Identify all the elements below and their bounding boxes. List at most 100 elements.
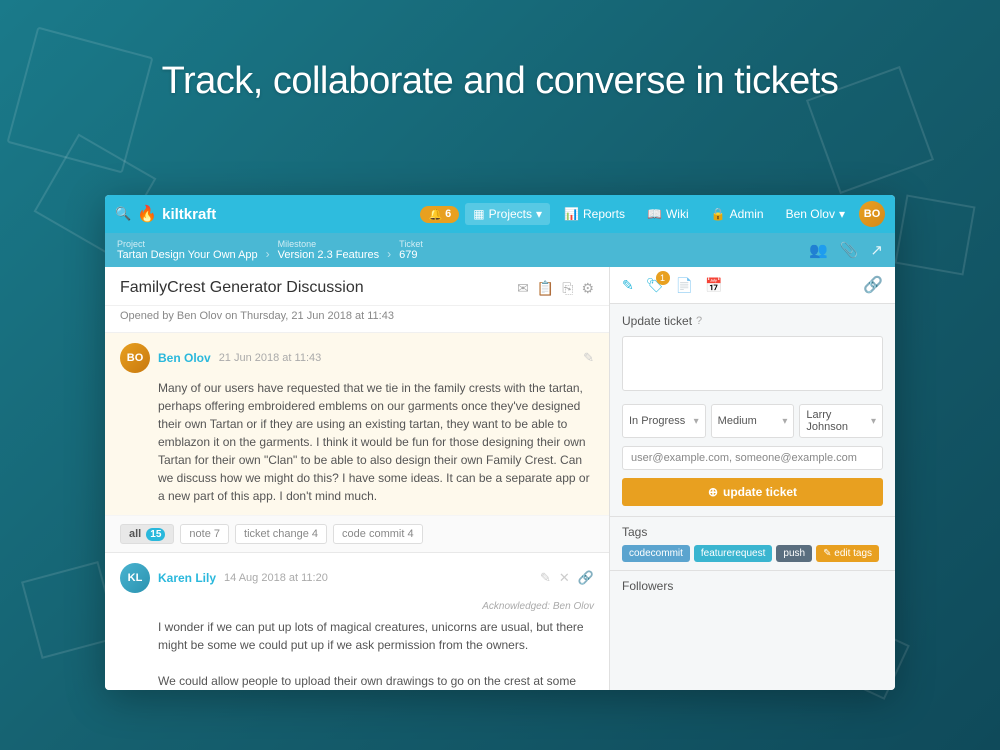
priority-caret: ▾	[782, 416, 787, 427]
wiki-label: Wiki	[666, 207, 689, 221]
email-input[interactable]	[622, 446, 883, 470]
edit-comment-2-icon[interactable]: ✎	[540, 570, 551, 586]
first-comment: BO Ben Olov 21 Jun 2018 at 11:43 ✎ Many …	[105, 333, 609, 516]
ui-card: 🔍 🔥 kiltkraft 🔔 6 ▦ Projects ▾ 📊 Reports…	[105, 195, 895, 690]
tag-icon[interactable]: 🏷 1	[646, 277, 664, 294]
followers-section: Followers	[610, 570, 895, 601]
project-value[interactable]: Tartan Design Your Own App	[117, 249, 258, 261]
comment-avatar-1: BO	[120, 343, 150, 373]
milestone-value[interactable]: Version 2.3 Features	[278, 249, 380, 261]
projects-icon: ▦	[473, 207, 484, 221]
tag-badge: 1	[656, 271, 670, 285]
nav-admin[interactable]: 🔒 Admin	[703, 203, 772, 225]
status-select[interactable]: In Progress ▾	[622, 404, 706, 438]
discussion-title: FamilyCrest Generator Discussion	[120, 279, 364, 297]
comment-date-2: 14 Aug 2018 at 11:20	[224, 572, 328, 584]
breadcrumb-actions: 👥 📎 ↗	[809, 241, 883, 259]
update-ticket-button[interactable]: ⊕ update ticket	[622, 478, 883, 506]
projects-label: Projects	[489, 207, 532, 221]
discussion-actions: ✉ 📋 ⎘ ⚙	[517, 280, 594, 297]
comment-date-1: 21 Jun 2018 at 11:43	[219, 352, 322, 364]
assignee-select[interactable]: Larry Johnson ▾	[799, 404, 883, 438]
comment-body-2b: We could allow people to upload their ow…	[158, 672, 594, 690]
tab-code-commit[interactable]: code commit 4	[333, 524, 423, 544]
breadcrumb-ticket: Ticket 679	[399, 239, 423, 261]
document-icon[interactable]: 📄	[676, 277, 693, 294]
breadcrumb-milestone: Milestone Version 2.3 Features	[278, 239, 380, 261]
left-panel: FamilyCrest Generator Discussion ✉ 📋 ⎘ ⚙…	[105, 267, 610, 690]
second-comment: KL Karen Lily 14 Aug 2018 at 11:20 ✎ ✕ 🔗…	[105, 553, 609, 690]
followers-label: Followers	[622, 579, 883, 593]
tags-label: Tags	[622, 525, 883, 539]
wiki-icon: 📖	[647, 207, 662, 221]
nav-reports[interactable]: 📊 Reports	[556, 203, 633, 225]
avatar-initials-1: BO	[127, 352, 144, 364]
update-icon: ⊕	[708, 485, 718, 499]
project-label: Project	[117, 239, 258, 249]
status-caret: ▾	[694, 416, 699, 427]
acknowledged-text: Acknowledged: Ben Olov	[158, 599, 594, 614]
search-icon[interactable]: 🔍	[115, 206, 131, 222]
edit-ticket-icon[interactable]: ✎	[622, 277, 634, 294]
tab-note[interactable]: note 7	[180, 524, 229, 544]
top-nav: 🔍 🔥 kiltkraft 🔔 6 ▦ Projects ▾ 📊 Reports…	[105, 195, 895, 233]
tag-push[interactable]: push	[776, 545, 812, 562]
share-icon[interactable]: ↗	[870, 241, 883, 259]
comment-header-1: BO Ben Olov 21 Jun 2018 at 11:43 ✎	[120, 343, 594, 373]
update-btn-label: update ticket	[723, 485, 797, 499]
comment-header-2: KL Karen Lily 14 Aug 2018 at 11:20 ✎ ✕ 🔗	[120, 563, 594, 593]
tag-featurerequest[interactable]: featurerequest	[694, 545, 773, 562]
logo-icon: 🔥	[137, 204, 157, 224]
bell-icon: 🔔	[428, 208, 442, 221]
discussion-header: FamilyCrest Generator Discussion ✉ 📋 ⎘ ⚙	[105, 267, 609, 306]
breadcrumb: Project Tartan Design Your Own App › Mil…	[105, 233, 895, 267]
help-icon[interactable]: ?	[696, 315, 702, 327]
ticket-value[interactable]: 679	[399, 249, 423, 261]
delete-comment-icon[interactable]: ✕	[559, 570, 570, 586]
user-name: Ben Olov	[786, 207, 835, 221]
nav-user[interactable]: Ben Olov ▾	[778, 203, 853, 225]
settings-action-icon[interactable]: ⚙	[581, 280, 594, 297]
priority-select[interactable]: Medium ▾	[711, 404, 795, 438]
tab-ticket-change[interactable]: ticket change 4	[235, 524, 327, 544]
nav-logo: 🔥 kiltkraft	[137, 204, 216, 224]
link-icon[interactable]: 🔗	[863, 275, 883, 295]
share-action-icon[interactable]: ⎘	[562, 280, 573, 297]
reports-label: Reports	[583, 207, 625, 221]
right-toolbar: ✎ 🏷 1 📄 📅 🔗	[610, 267, 895, 304]
tags-row: codecommit featurerequest push ✎ edit ta…	[622, 545, 883, 562]
comment-author-2: Karen Lily	[158, 571, 216, 585]
link-comment-icon[interactable]: 🔗	[578, 570, 594, 586]
comment-body-2: Acknowledged: Ben Olov I wonder if we ca…	[158, 599, 594, 690]
ticket-label: Ticket	[399, 239, 423, 249]
assignee-caret: ▾	[871, 416, 876, 427]
nav-wiki[interactable]: 📖 Wiki	[639, 203, 697, 225]
admin-label: Admin	[730, 207, 764, 221]
edit-tags-button[interactable]: ✎ edit tags	[816, 545, 879, 562]
tags-section: Tags codecommit featurerequest push ✎ ed…	[610, 516, 895, 570]
team-icon[interactable]: 👥	[809, 241, 828, 259]
avatar[interactable]: BO	[859, 201, 885, 227]
copy-action-icon[interactable]: 📋	[537, 280, 554, 297]
update-ticket-textarea[interactable]	[622, 336, 883, 391]
nav-projects[interactable]: ▦ Projects ▾	[465, 203, 550, 225]
admin-lock-icon: 🔒	[711, 207, 726, 221]
assignee-value: Larry Johnson	[806, 409, 871, 433]
attachment-icon[interactable]: 📎	[840, 241, 859, 259]
edit-comment-icon[interactable]: ✎	[583, 350, 594, 366]
status-value: In Progress	[629, 415, 685, 427]
selects-row: In Progress ▾ Medium ▾ Larry Johnson ▾	[622, 404, 883, 438]
breadcrumb-sep-2: ›	[387, 239, 391, 261]
calendar-icon[interactable]: 📅	[705, 277, 722, 294]
notification-bell[interactable]: 🔔 6	[420, 206, 459, 223]
breadcrumb-project: Project Tartan Design Your Own App	[117, 239, 258, 261]
opened-by: Opened by Ben Olov on Thursday, 21 Jun 2…	[105, 306, 609, 333]
tag-codecommit[interactable]: codecommit	[622, 545, 690, 562]
right-panel: ✎ 🏷 1 📄 📅 🔗 Update ticket ?	[610, 267, 895, 690]
tab-all[interactable]: all 15	[120, 524, 174, 544]
avatar-initials-2: KL	[128, 572, 143, 584]
comment-body-2a: I wonder if we can put up lots of magica…	[158, 618, 594, 654]
comment-author-1: Ben Olov	[158, 351, 211, 365]
geo-decoration-4	[894, 194, 975, 275]
email-action-icon[interactable]: ✉	[517, 280, 529, 297]
